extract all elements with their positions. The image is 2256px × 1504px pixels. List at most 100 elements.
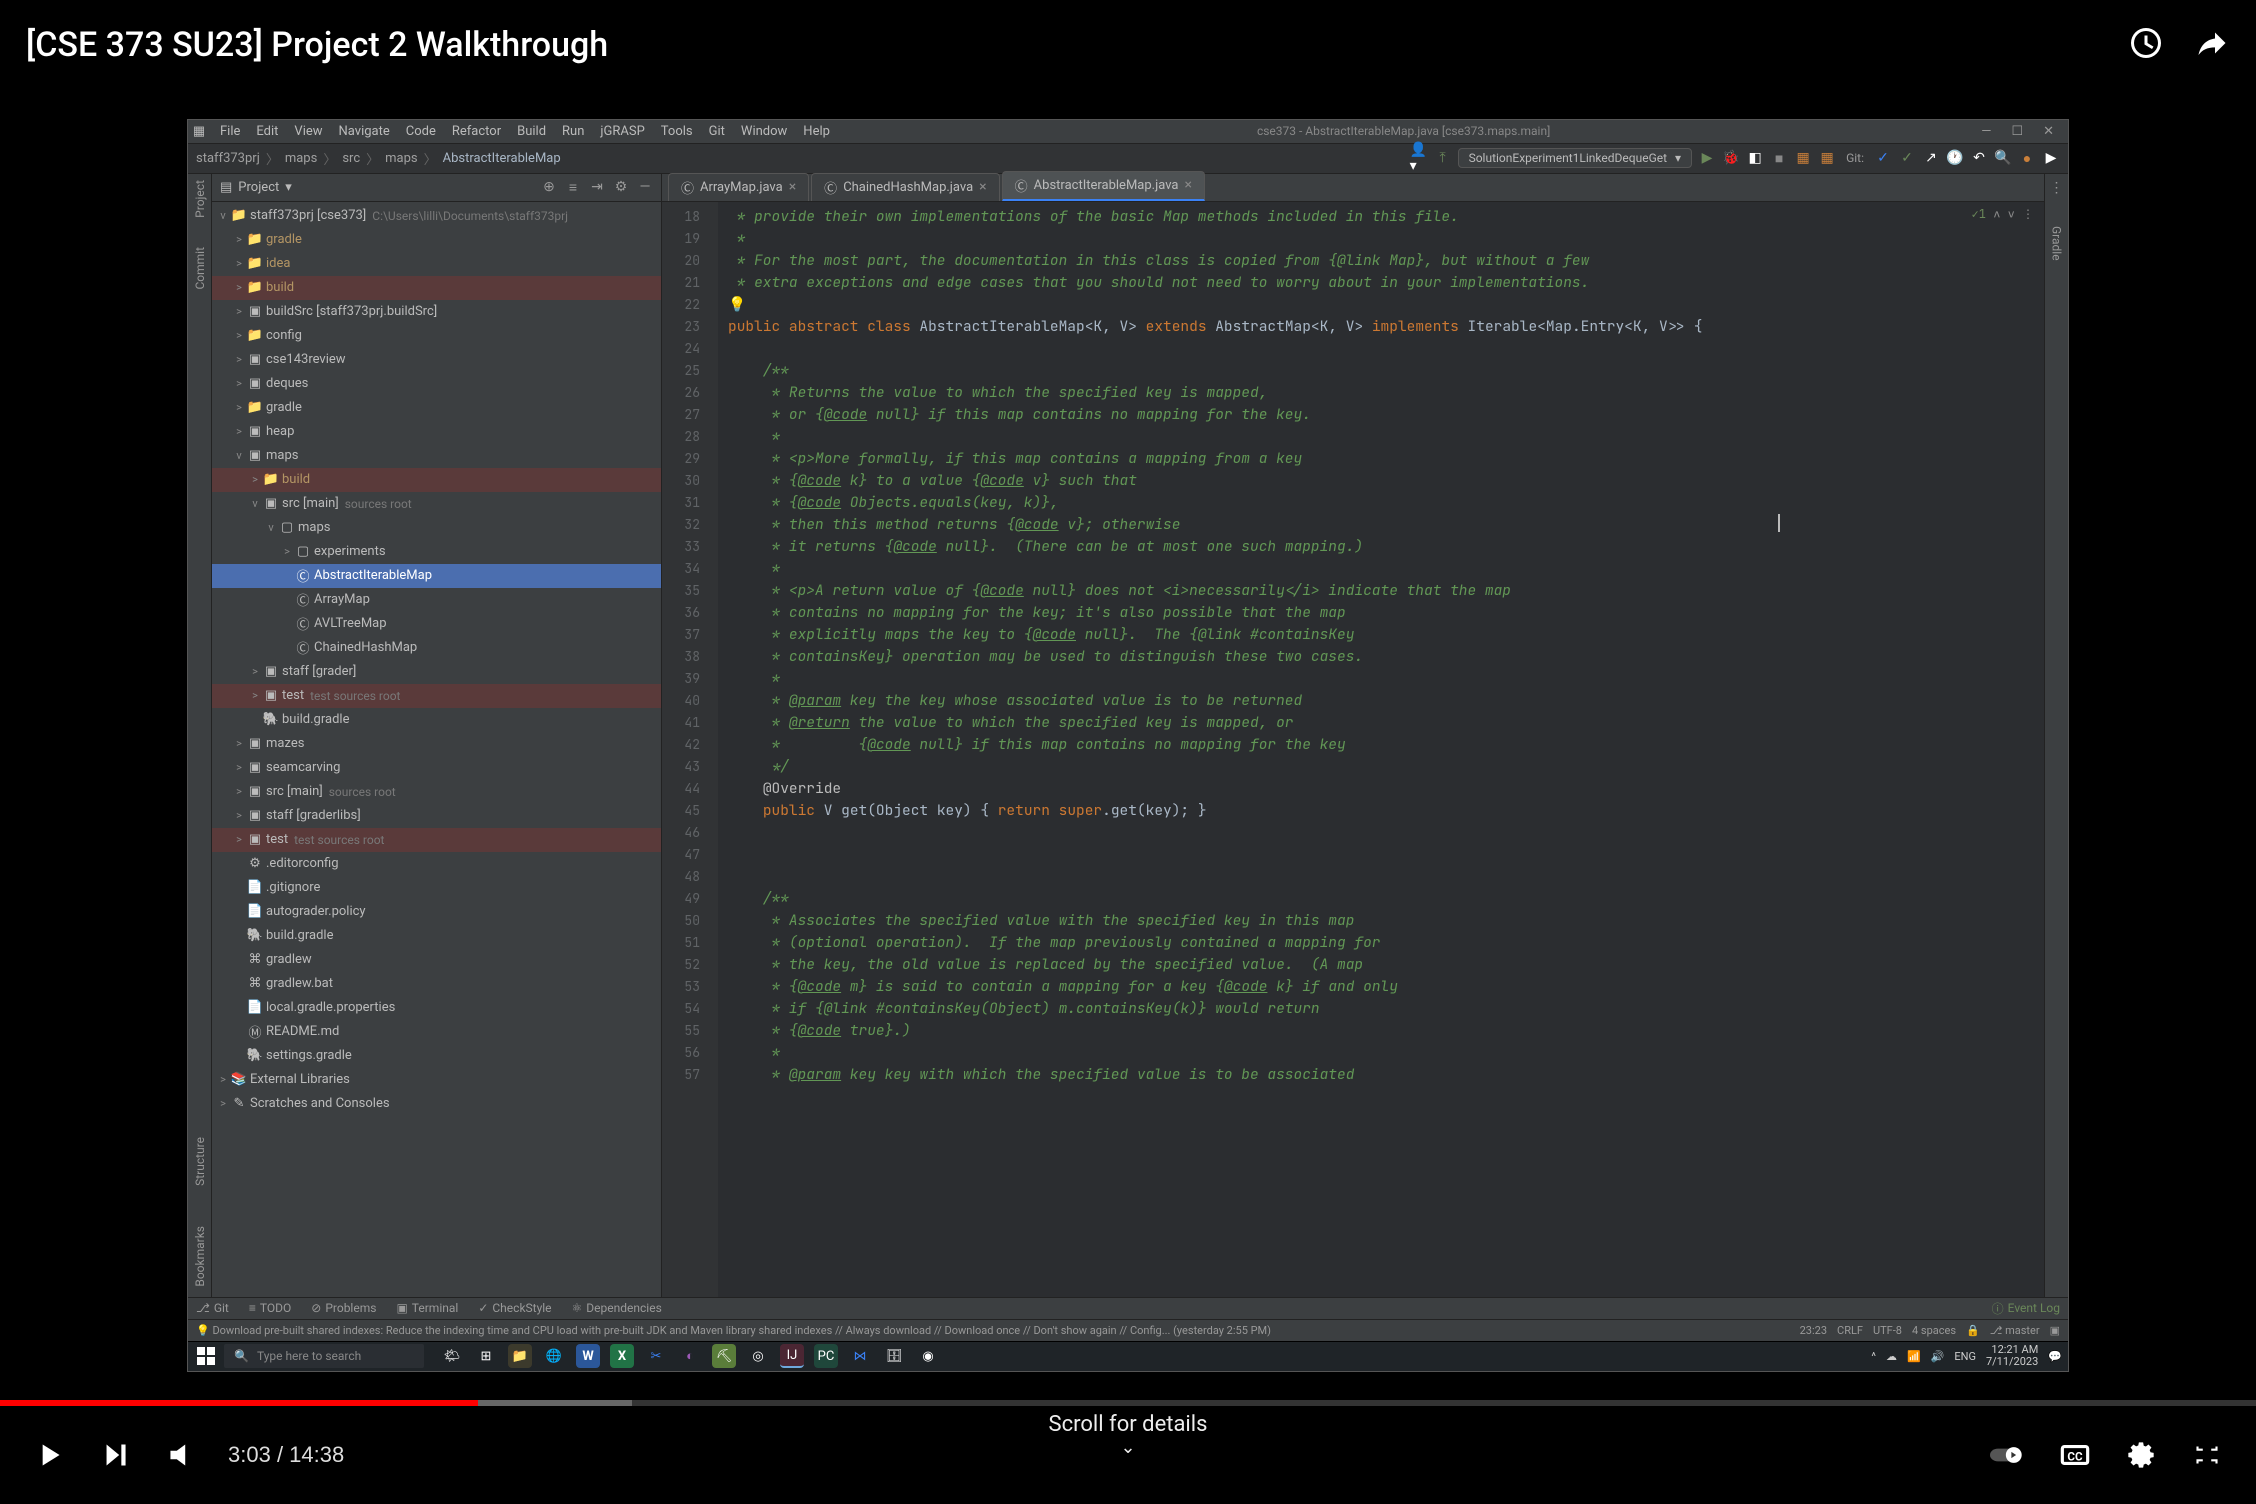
collapse-icon[interactable]: ⇥ [589,179,605,195]
settings-button[interactable] [2122,1436,2160,1474]
tree-row[interactable]: ⓂREADME.md [212,1020,661,1044]
tree-row[interactable]: ⒸAVLTreeMap [212,612,661,636]
tree-row[interactable]: >📁config [212,324,661,348]
tree-row[interactable]: >▣src [main]sources root [212,780,661,804]
autoplay-toggle[interactable] [1990,1436,2028,1474]
tool2-icon[interactable]: ▦ [1818,149,1836,167]
menu-help[interactable]: Help [803,124,830,139]
tree-row[interactable]: 🐘build.gradle [212,924,661,948]
watch-later-icon[interactable] [2128,25,2164,65]
captions-button[interactable]: CC [2056,1436,2094,1474]
memory-indicator[interactable]: ▣ [2050,1324,2060,1337]
tree-row[interactable]: 🐘settings.gradle [212,1044,661,1068]
editor-tab[interactable]: ⒸArrayMap.java× [668,173,809,201]
taskbar-clock[interactable]: 12:21 AM 7/11/2023 [1986,1344,2038,1368]
tray-wifi-icon[interactable]: 📶 [1907,1350,1921,1363]
tree-row[interactable]: >▣testtest sources root [212,828,661,852]
menu-window[interactable]: Window [741,124,787,139]
tree-row[interactable]: >▣buildSrc [staff373prj.buildSrc] [212,300,661,324]
menu-git[interactable]: Git [709,124,725,139]
tree-row[interactable]: >📚External Libraries [212,1068,661,1092]
indexing-notification[interactable]: 💡 Download pre-built shared indexes: Red… [196,1324,1271,1337]
app-steam[interactable]: ◎ [746,1344,770,1368]
tree-row[interactable]: ⒸAbstractIterableMap [212,564,661,588]
menu-tools[interactable]: Tools [661,124,693,139]
app-word[interactable]: W [576,1344,600,1368]
menu-jgrasp[interactable]: jGRASP [600,124,644,139]
git-history-icon[interactable]: 🕐 [1946,149,1964,167]
gear-icon[interactable]: ⚙ [613,179,629,195]
user-icon[interactable]: 👤▾ [1410,149,1428,167]
stop-icon[interactable]: ■ [1770,149,1788,167]
tree-row[interactable]: >📁build [212,468,661,492]
app-minecraft[interactable]: ⛏ [712,1344,736,1368]
file-encoding[interactable]: UTF-8 [1873,1324,1902,1337]
app-excel[interactable]: X [610,1344,634,1368]
tray-volume-icon[interactable]: 🔊 [1931,1350,1945,1363]
ide-settings-icon[interactable]: ▶ [2042,149,2060,167]
tree-row[interactable]: 🐘build.gradle [212,708,661,732]
tree-row[interactable]: ⌘gradlew [212,948,661,972]
tree-row[interactable]: >📁gradle [212,396,661,420]
commit-tool-button[interactable]: Commit [193,247,207,290]
search-icon[interactable]: 🔍 [1994,149,2012,167]
tree-row[interactable]: >▣testtest sources root [212,684,661,708]
project-tool-button[interactable]: Project [193,180,207,218]
app-taskview[interactable]: ⊞ [474,1344,498,1368]
gradle-tool-button[interactable]: Gradle [2050,226,2064,261]
expand-icon[interactable]: ≡ [565,179,581,195]
inspections-badge[interactable]: ✓1 ∧ ∨ ⋮ [1972,206,2034,222]
btab-checkstyle[interactable]: ✓ CheckStyle [478,1301,551,1315]
app-media[interactable]: ◐ [678,1344,702,1368]
play-button[interactable] [30,1436,68,1474]
share-icon[interactable] [2194,25,2230,65]
build-icon[interactable]: ⤒ [1434,149,1452,167]
editor-tab[interactable]: ⒸAbstractIterableMap.java× [1002,171,1205,201]
btab-todo[interactable]: ≡ TODO [249,1301,291,1315]
tree-row[interactable]: >▣deques [212,372,661,396]
minimize-icon[interactable]: — [1981,124,1991,139]
tree-row[interactable]: v▣src [main]sources root [212,492,661,516]
progress-bar[interactable] [0,1400,2256,1406]
code-area[interactable]: ✓1 ∧ ∨ ⋮ * provide their own implementat… [718,202,2044,1297]
structure-tool-button[interactable]: Structure [193,1137,207,1186]
btab-dependencies[interactable]: ⚛ Dependencies [572,1301,662,1315]
app-edge[interactable]: 🌐 [542,1344,566,1368]
line-separator[interactable]: CRLF [1837,1324,1863,1337]
tree-row[interactable]: >▣cse143review [212,348,661,372]
next-button[interactable] [96,1436,134,1474]
tray-notifications-icon[interactable]: 💬 [2048,1350,2062,1363]
git-update-icon[interactable]: ✓ [1874,149,1892,167]
tree-row[interactable]: >▣staff [graderlibs] [212,804,661,828]
editor-body[interactable]: 1819202122232425262728293031323334353637… [662,202,2044,1297]
volume-button[interactable] [162,1436,200,1474]
tree-row[interactable]: >▢experiments [212,540,661,564]
tree-row[interactable]: 📄autograder.policy [212,900,661,924]
maximize-icon[interactable]: ☐ [2011,124,2023,139]
app-explorer[interactable]: 📁 [508,1344,532,1368]
tree-row[interactable]: >📁idea [212,252,661,276]
close-icon[interactable]: ✕ [2043,124,2054,139]
menu-view[interactable]: View [294,124,322,139]
run-config-selector[interactable]: SolutionExperiment1LinkedDequeGet▾ [1458,148,1693,168]
editor-tab[interactable]: ⒸChainedHashMap.java× [811,173,999,201]
more-tools-icon[interactable]: ⋮ [2050,180,2064,196]
menu-build[interactable]: Build [517,124,546,139]
tree-row[interactable]: >▣mazes [212,732,661,756]
menu-file[interactable]: File [220,124,240,139]
app-pycharm[interactable]: PC [814,1344,838,1368]
git-push-icon[interactable]: ↗ [1922,149,1940,167]
event-log-button[interactable]: ⓘ Event Log [1992,1300,2060,1317]
tool1-icon[interactable]: ▦ [1794,149,1812,167]
menu-code[interactable]: Code [406,124,436,139]
debug-icon[interactable]: 🐞 [1722,149,1740,167]
close-tab-icon[interactable]: × [789,179,796,195]
breadcrumbs[interactable]: staff373prj〉maps〉src〉maps〉AbstractIterab… [196,149,561,168]
btab-git[interactable]: ⎇ Git [196,1301,229,1315]
start-button[interactable] [194,1344,218,1368]
cursor-position[interactable]: 23:23 [1800,1324,1827,1337]
tray-onedrive-icon[interactable]: ☁ [1886,1350,1897,1363]
tree-row[interactable]: >✎Scratches and Consoles [212,1092,661,1116]
project-view-selector[interactable]: ▤ Project ▾ [220,180,533,195]
btab-problems[interactable]: ⊘ Problems [311,1301,376,1315]
